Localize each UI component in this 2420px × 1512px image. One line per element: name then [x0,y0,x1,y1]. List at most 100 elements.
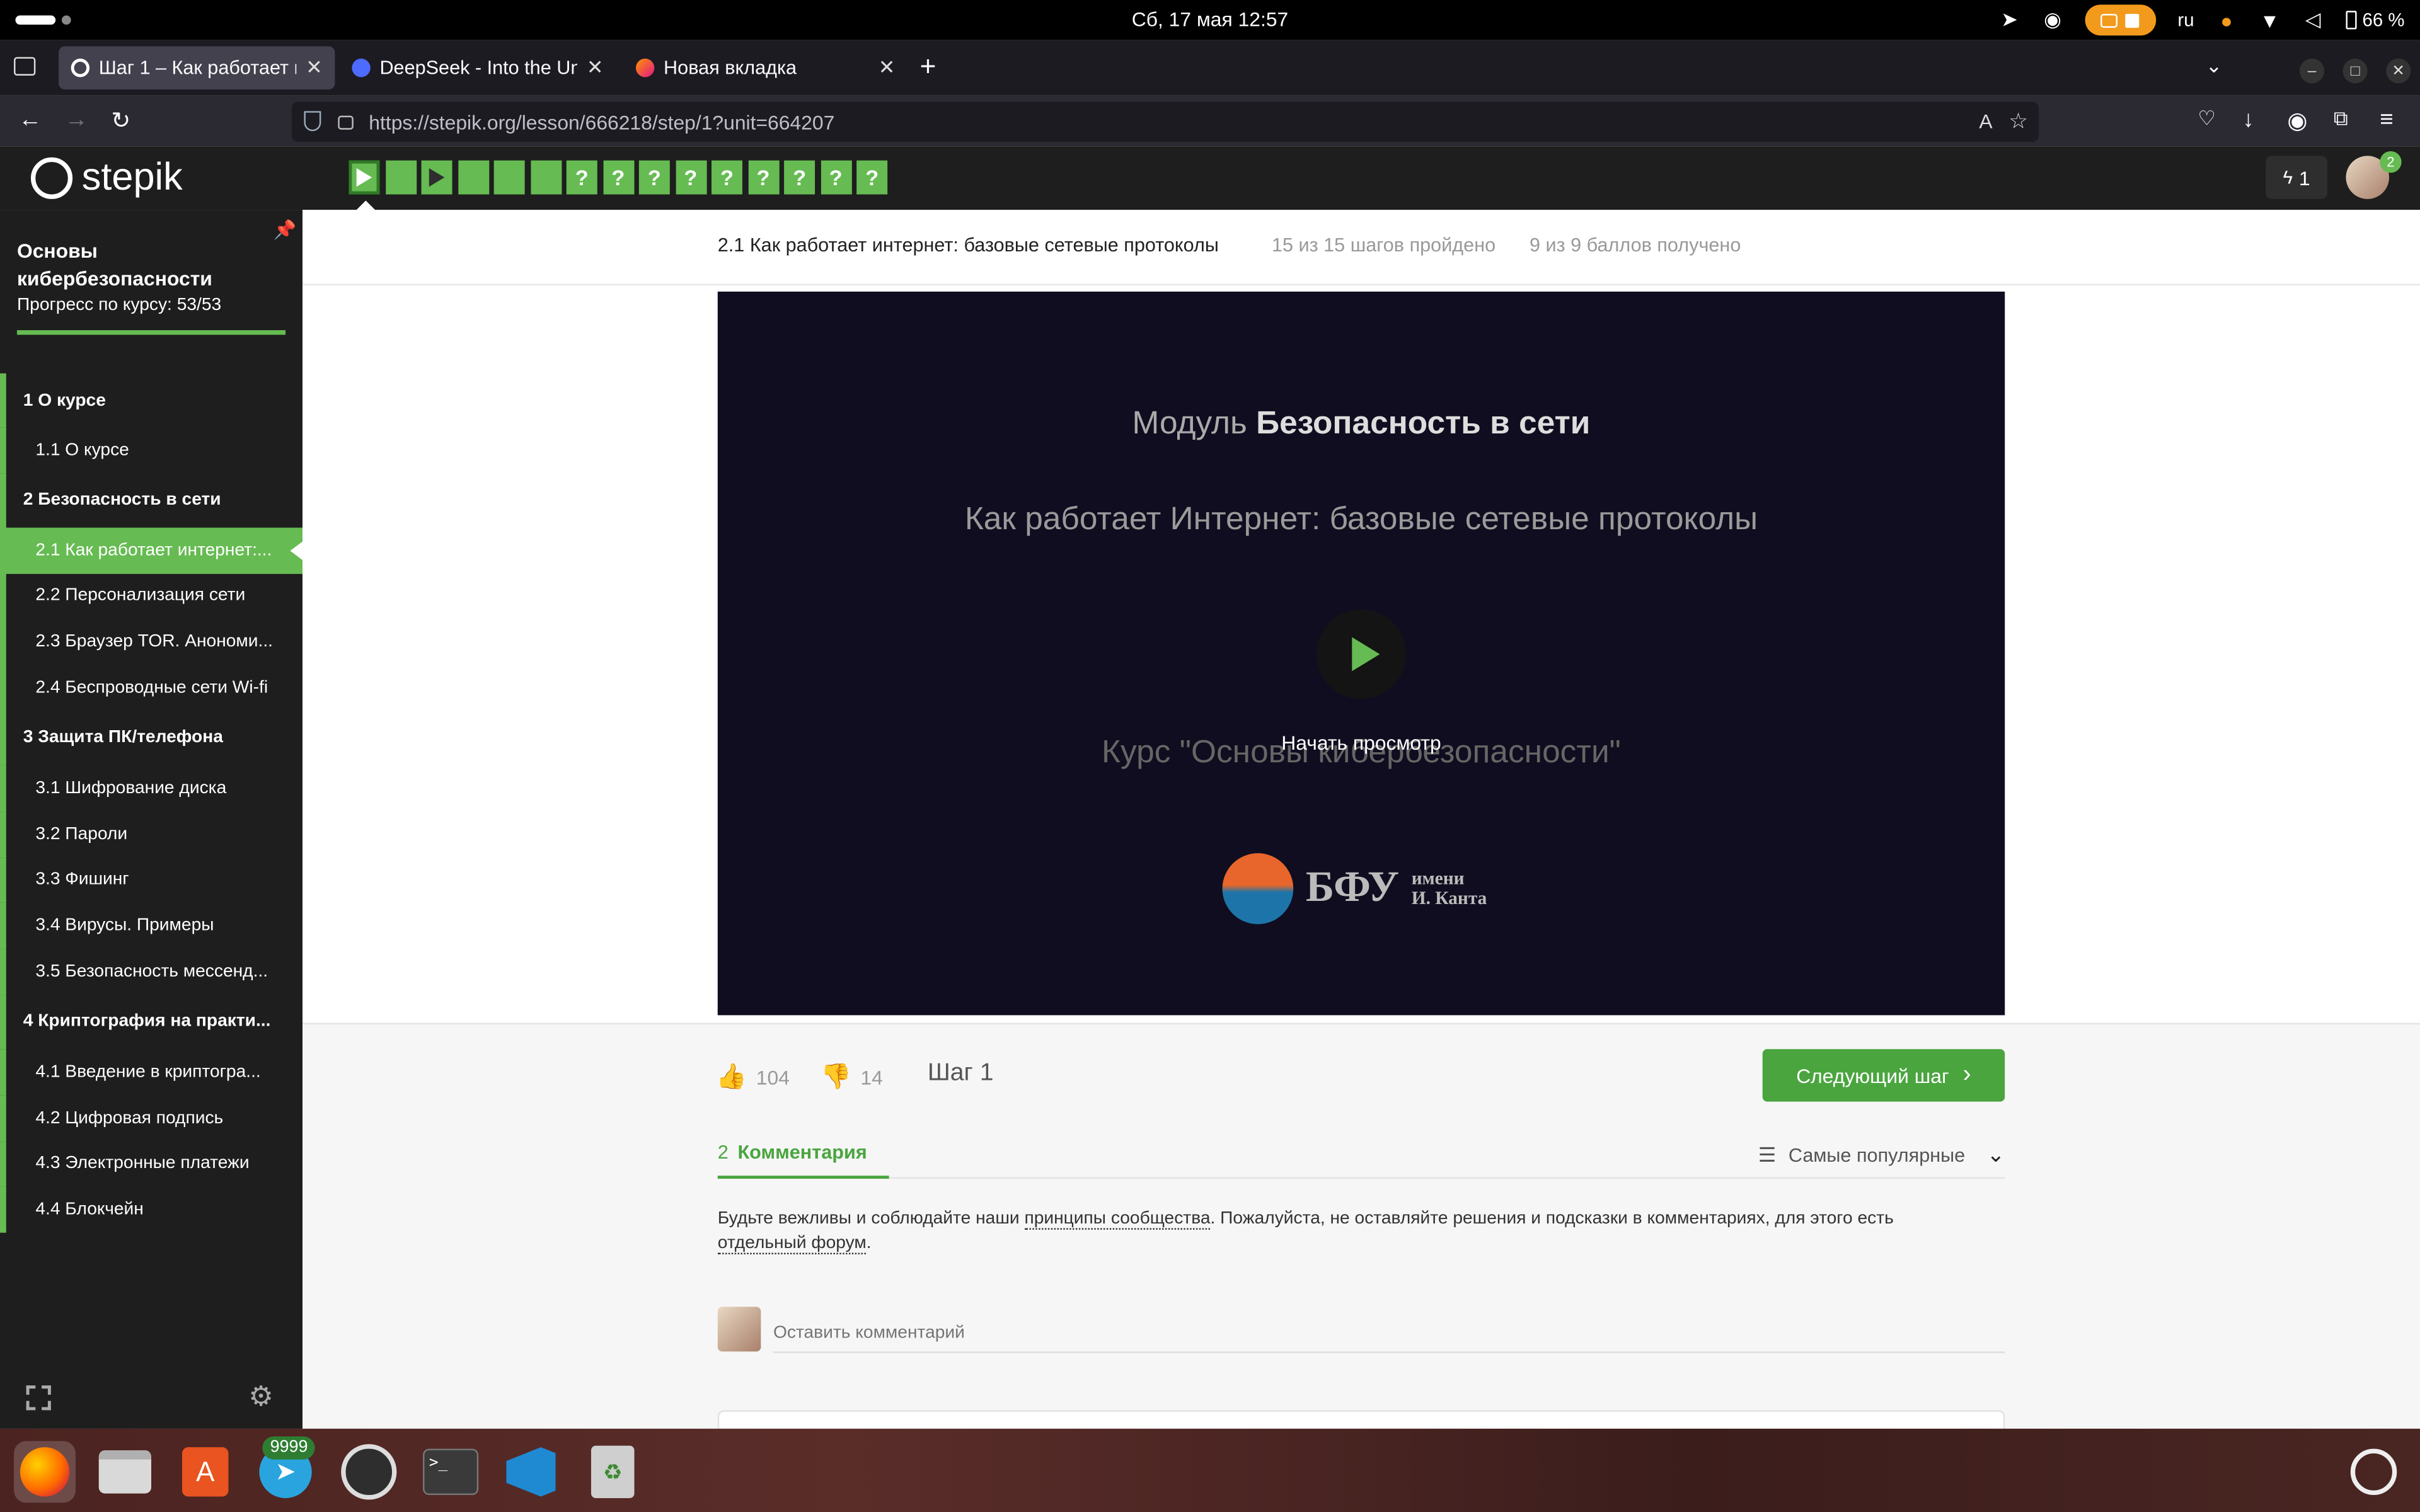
sidebar-lesson[interactable]: 3.1 Шифрование диска [0,765,302,811]
sidebar-lesson[interactable]: 4.4 Блокчейн [0,1187,302,1234]
fullscreen-icon[interactable] [26,1385,51,1411]
sidebar-lesson-active[interactable]: 2.1 Как работает интернет:... [0,527,302,574]
step-14-quiz[interactable]: ? [820,160,851,195]
downloads-icon[interactable]: ↓ [2242,106,2254,133]
sidebar-lesson[interactable]: 3.5 Безопасность мессенд... [0,949,302,995]
next-step-button[interactable]: Следующий шаг › [1762,1049,2005,1102]
step-12-quiz[interactable]: ? [747,160,779,195]
sidebar-module[interactable]: 4 Криптография на практи... [0,995,302,1050]
obs-dock-icon[interactable] [338,1441,400,1503]
wifi-icon[interactable]: ▼ [2259,8,2280,32]
sidebar-lesson[interactable]: 3.2 Пароли [0,811,302,857]
step-13-quiz[interactable]: ? [784,160,815,195]
step-15-quiz[interactable]: ? [856,160,888,195]
sidebar-lesson[interactable]: 2.3 Браузер TOR. Анономи... [0,619,302,665]
new-tab-button[interactable]: + [920,51,936,83]
account-icon[interactable]: ◉ [2287,106,2307,134]
keyboard-layout[interactable]: ru [2177,9,2194,31]
files-dock-icon[interactable] [94,1441,156,1503]
sidebar-lesson[interactable]: 1.1 О курсе [0,427,302,474]
close-tab-icon[interactable]: ✕ [587,55,604,80]
thumbs-down-icon[interactable]: 👎 [821,1062,851,1092]
close-window-button[interactable]: ✕ [2386,59,2411,84]
battery-indicator[interactable]: 66 % [2345,9,2405,31]
reload-icon[interactable]: ↻ [111,106,130,134]
step-1-video[interactable] [349,160,380,195]
sidebar-module[interactable]: 2 Безопасность в сети [0,473,302,528]
sidebar-module[interactable]: 1 О курсе [0,373,302,428]
play-button[interactable] [1316,609,1407,699]
close-tab-icon[interactable]: ✕ [306,55,323,80]
step-5[interactable] [493,160,525,195]
close-tab-icon[interactable]: ✕ [879,55,896,80]
sidebar-lesson[interactable]: 4.2 Цифровая подпись [0,1095,302,1142]
sidebar-lesson[interactable]: 4.1 Введение в криптогра... [0,1049,302,1096]
comment-input[interactable] [773,1307,2005,1353]
menu-icon[interactable]: ≡ [2380,106,2393,133]
shield-icon[interactable] [304,111,321,132]
gear-icon[interactable]: ⚙ [248,1381,274,1413]
step-6[interactable] [530,160,562,195]
step-11-quiz[interactable]: ? [711,160,742,195]
tab-deepseek[interactable]: DeepSeek - Into the Unkn ✕ [340,46,616,89]
step-7-quiz[interactable]: ? [566,160,597,195]
show-apps-dock-icon[interactable] [2343,1441,2405,1503]
bookmark-star-icon[interactable]: ☆ [2008,108,2028,134]
sidebar-lesson[interactable]: 3.4 Вирусы. Примеры [0,903,302,949]
forward-arrow-icon[interactable]: → [65,106,88,133]
course-title[interactable]: Основы кибербезопасности [17,238,264,293]
screen-share-indicator[interactable] [2085,4,2157,36]
pin-icon[interactable]: 📌 [273,219,296,241]
video-module-prefix: Модуль [1132,406,1257,442]
sidebar-lesson[interactable]: 2.4 Беспроводные сети Wi-fi [0,665,302,711]
step-10-quiz[interactable]: ? [675,160,706,195]
step-2[interactable] [385,160,416,195]
address-bar[interactable]: https://stepik.org/lesson/666218/step/1?… [291,101,2039,142]
app-center-dock-icon[interactable]: A [175,1441,236,1503]
sidebar-lesson[interactable]: 4.3 Электронные платежи [0,1141,302,1188]
energy-counter[interactable]: ϟ 1 [2266,156,2328,199]
sort-label: Самые популярные [1788,1143,1966,1166]
pocket-icon[interactable]: ♡ [2198,106,2216,131]
video-player[interactable]: Модуль Безопасность в сети Как работает … [717,291,2005,1016]
firefox-dock-icon[interactable] [14,1441,76,1503]
tab-comments[interactable]: 2 Комментария [717,1142,889,1179]
translate-icon[interactable]: A [1979,110,1992,133]
step-8-quiz[interactable]: ? [602,160,634,195]
system-tray: ➤ ◉ ru ● ▼ ◁ 66 % [1998,4,2405,36]
microphone-icon[interactable]: ● [2216,8,2237,32]
sidebar-lesson[interactable]: 3.3 Фишинг [0,857,302,903]
community-principles-link[interactable]: принципы сообщества [1024,1210,1211,1230]
obs-tray-icon[interactable]: ◉ [2042,8,2063,31]
step-4[interactable] [458,160,489,195]
vscode-dock-icon[interactable] [500,1441,562,1503]
likes-count: 104 [756,1065,790,1089]
extensions-icon[interactable]: ⧉ [2334,106,2348,131]
sidebar-lesson[interactable]: 2.2 Персонализация сети [0,573,302,619]
minimize-button[interactable]: – [2299,59,2325,84]
bfu-logo-sub1: имени [1411,867,1465,889]
tab-list-icon[interactable] [14,57,36,76]
url-text[interactable]: https://stepik.org/lesson/666218/step/1?… [369,110,834,134]
chevron-down-icon[interactable]: ⌄ [2206,54,2223,79]
back-arrow-icon[interactable]: ← [18,106,42,133]
sort-dropdown[interactable]: ☰ Самые популярные ⌄ [1758,1142,2005,1168]
play-icon [429,168,445,187]
step-3-video[interactable] [421,160,452,195]
stepik-logo[interactable]: stepik [30,156,183,200]
thumbs-up-icon[interactable]: 👍 [716,1062,747,1092]
forum-link[interactable]: отдельный форум [717,1234,867,1255]
tab-new[interactable]: Новая вкладка ✕ [623,46,908,89]
step-9-quiz[interactable]: ? [638,160,670,195]
start-watching-label[interactable]: Начать просмотр [718,731,2005,755]
volume-muted-icon[interactable]: ◁ [2302,8,2324,31]
notification-badge[interactable]: 2 [2380,151,2402,173]
sidebar-module[interactable]: 3 Защита ПК/телефона [0,711,302,765]
terminal-dock-icon[interactable]: >_ [420,1441,481,1503]
tab-stepik[interactable]: Шаг 1 – Как работает инт ✕ [59,46,335,90]
telegram-tray-icon[interactable]: ➤ [1998,8,2020,31]
bfu-logo-text: БФУ [1305,864,1400,912]
lock-icon[interactable] [338,115,354,130]
trash-dock-icon[interactable]: ♻ [582,1441,643,1503]
maximize-button[interactable]: □ [2342,59,2368,84]
